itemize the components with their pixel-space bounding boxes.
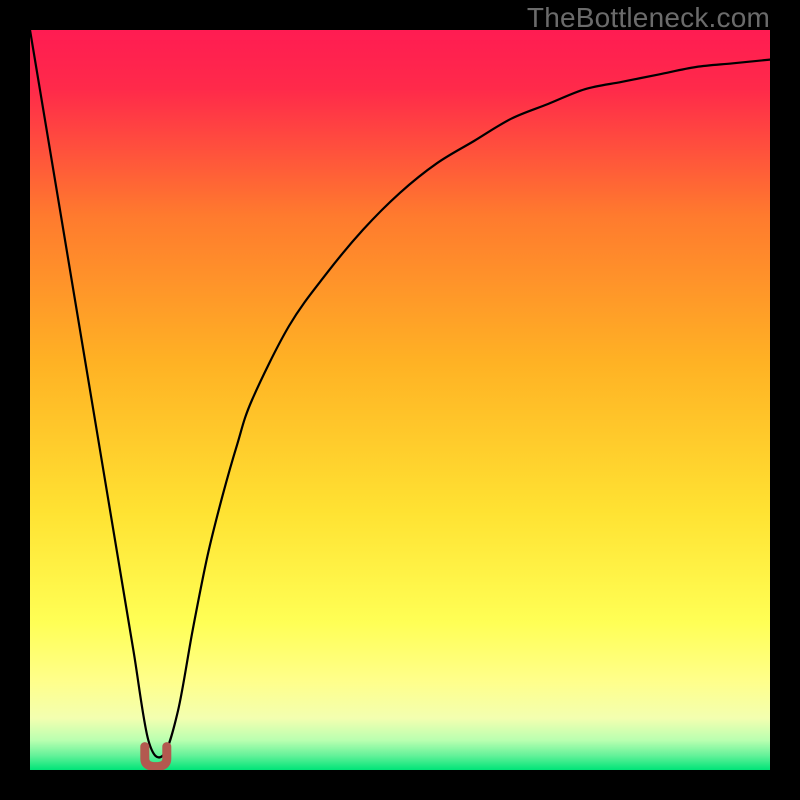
- gradient-background: [30, 30, 770, 770]
- plot-area: [30, 30, 770, 770]
- chart-frame: TheBottleneck.com: [0, 0, 800, 800]
- chart-svg: [30, 30, 770, 770]
